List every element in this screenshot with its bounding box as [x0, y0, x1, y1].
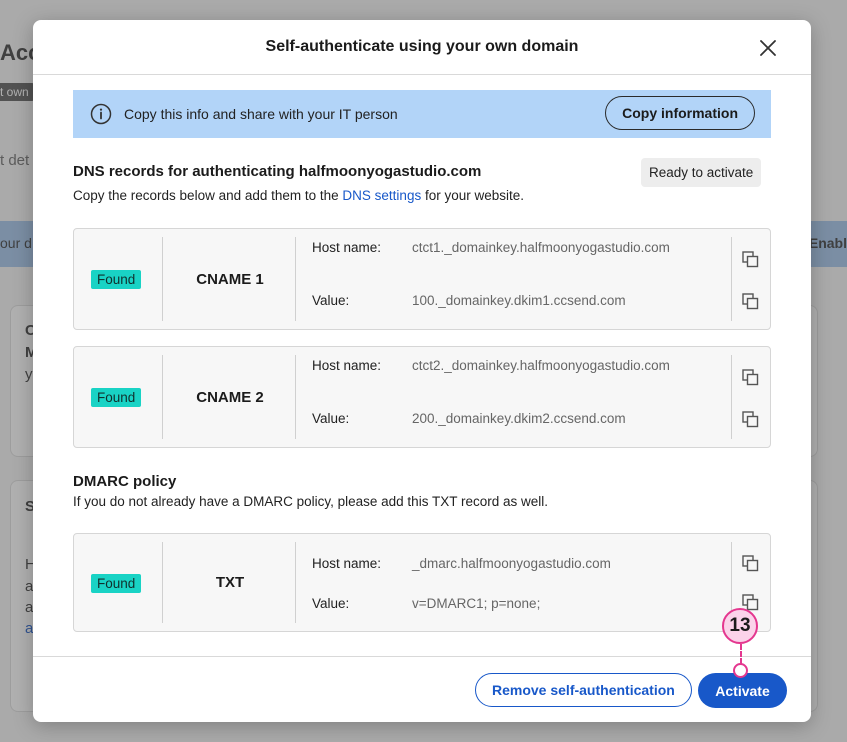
host-name-label: Host name: [312, 556, 382, 571]
copy-host-name-icon[interactable] [742, 369, 759, 386]
record-type: CNAME 1 [196, 271, 264, 288]
copy-value-icon[interactable] [742, 411, 759, 428]
step-marker-dot [733, 663, 748, 678]
host-name-value: ctct2._domainkey.halfmoonyogastudio.com [412, 358, 670, 373]
column-divider [162, 355, 163, 439]
dialog-title: Self-authenticate using your own domain [265, 38, 579, 55]
dmarc-section-description: If you do not already have a DMARC polic… [73, 494, 548, 509]
column-divider [731, 355, 732, 439]
dns-record-cname-2: Found CNAME 2 Host name: ctct2._domainke… [73, 346, 771, 448]
found-badge: Found [91, 388, 142, 407]
host-name-label: Host name: [312, 240, 382, 255]
host-name-value: ctct1._domainkey.halfmoonyogastudio.com [412, 240, 670, 255]
value-label: Value: [312, 596, 350, 611]
close-icon[interactable] [757, 37, 779, 59]
copy-host-name-icon[interactable] [742, 251, 759, 268]
found-badge: Found [91, 574, 142, 593]
record-type: CNAME 2 [196, 389, 264, 406]
dns-record-cname-1: Found CNAME 1 Host name: ctct1._domainke… [73, 228, 771, 330]
dns-description-text: for your website. [421, 188, 524, 203]
column-divider [295, 355, 296, 439]
info-banner: Copy this info and share with your IT pe… [73, 90, 771, 138]
dns-section-description: Copy the records below and add them to t… [73, 188, 524, 203]
record-value: 200._domainkey.dkim2.ccsend.com [412, 411, 626, 426]
info-banner-text: Copy this info and share with your IT pe… [124, 106, 398, 122]
record-type: TXT [215, 574, 245, 591]
found-badge: Found [91, 270, 142, 289]
step-marker-badge: 13 [722, 608, 758, 644]
column-divider [295, 237, 296, 321]
dns-settings-link[interactable]: DNS settings [342, 188, 421, 203]
host-name-value: _dmarc.halfmoonyogastudio.com [412, 556, 611, 571]
status-badge: Ready to activate [641, 158, 762, 187]
remove-self-authentication-button[interactable]: Remove self-authentication [475, 673, 692, 707]
record-value: 100._domainkey.dkim1.ccsend.com [412, 293, 626, 308]
copy-host-name-icon[interactable] [742, 555, 759, 572]
column-divider [295, 542, 296, 623]
dns-section-title: DNS records for authenticating halfmoony… [73, 163, 482, 180]
dns-description-text: Copy the records below and add them to t… [73, 188, 343, 203]
self-authenticate-dialog: Self-authenticate using your own domain … [33, 20, 811, 722]
copy-value-icon[interactable] [742, 293, 759, 310]
activate-button[interactable]: Activate [698, 673, 787, 708]
value-label: Value: [312, 293, 350, 308]
step-marker-connector [740, 644, 742, 664]
copy-information-button[interactable]: Copy information [605, 96, 755, 130]
column-divider [162, 237, 163, 321]
value-label: Value: [312, 411, 350, 426]
dialog-header: Self-authenticate using your own domain [33, 20, 811, 75]
dialog-footer: Remove self-authentication Activate [33, 656, 811, 722]
host-name-label: Host name: [312, 358, 382, 373]
dns-record-txt: Found TXT Host name: _dmarc.halfmoonyoga… [73, 533, 771, 632]
dmarc-section-title: DMARC policy [73, 473, 177, 490]
record-value: v=DMARC1; p=none; [412, 596, 541, 611]
column-divider [162, 542, 163, 623]
column-divider [731, 237, 732, 321]
info-icon [90, 103, 112, 125]
